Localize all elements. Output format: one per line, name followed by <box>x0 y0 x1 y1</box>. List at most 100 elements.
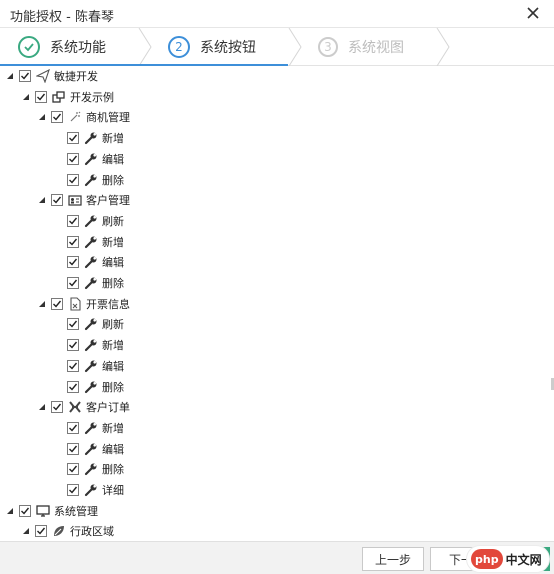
step-label: 系统功能 <box>50 40 106 56</box>
tree-node-checkbox[interactable] <box>51 111 63 124</box>
tree-node-checkbox[interactable] <box>67 339 79 352</box>
tree-node[interactable]: 客户管理 <box>37 190 130 210</box>
tree-node[interactable]: 编辑 <box>53 439 124 459</box>
tree-node[interactable]: 编辑 <box>53 252 124 272</box>
tree-node-checkbox[interactable] <box>67 235 79 248</box>
tree-node[interactable]: 客户订单 <box>37 397 130 417</box>
tree-node-checkbox[interactable] <box>67 359 79 372</box>
tree-node-checkbox[interactable] <box>35 90 47 103</box>
tree-node-checkbox[interactable] <box>67 442 79 455</box>
send-icon <box>36 69 50 83</box>
tree-node-checkbox[interactable] <box>67 380 79 393</box>
tree-node[interactable]: 新增 <box>53 418 124 438</box>
tree-node[interactable]: 新增 <box>53 128 124 148</box>
tree-node[interactable]: 新增 <box>53 232 124 252</box>
tree-node-label: 编辑 <box>102 152 124 166</box>
expand-toggle-icon[interactable] <box>37 112 47 122</box>
tree-node-checkbox[interactable] <box>51 297 63 310</box>
tree-node-label: 客户管理 <box>86 194 130 208</box>
tree-node[interactable]: 编辑 <box>53 356 124 376</box>
watermark-php: php <box>471 549 503 569</box>
step-system-views[interactable]: 3 系统视图 <box>318 28 404 66</box>
wrench-icon <box>84 131 98 145</box>
tree-node[interactable]: 删除 <box>53 170 124 190</box>
expand-toggle-icon[interactable] <box>37 402 47 412</box>
expand-toggle-icon[interactable] <box>37 299 47 309</box>
wrench-icon <box>84 462 98 476</box>
expand-toggle-icon[interactable] <box>5 506 15 516</box>
tree-node[interactable]: 新增 <box>53 335 124 355</box>
tree-node-checkbox[interactable] <box>67 421 79 434</box>
tree-node-checkbox[interactable] <box>67 318 79 331</box>
step-separator-icon <box>138 28 152 66</box>
tree-node-label: 刷新 <box>102 318 124 332</box>
tree-node-checkbox[interactable] <box>19 70 31 82</box>
tree-node-checkbox[interactable] <box>67 132 79 145</box>
tree-node-checkbox[interactable] <box>67 152 79 165</box>
tree-node[interactable]: 删除 <box>53 377 124 397</box>
tree-node-label: 敏捷开发 <box>54 70 98 83</box>
permission-tree: 敏捷开发 开发示例 商机管理 新增 编辑 删除 客户管理 刷新 新增 编辑 删除 开票信息 刷新 新增 编辑… <box>0 66 554 541</box>
wrench-icon <box>84 483 98 497</box>
tree-node-label: 删除 <box>102 277 124 290</box>
tree-node[interactable]: 开发示例 <box>21 87 114 107</box>
wrench-icon <box>84 214 98 228</box>
previous-step-button[interactable]: 上一步 <box>362 547 424 571</box>
tree-node[interactable]: 开票信息 <box>37 294 130 314</box>
step-number: 3 <box>318 37 338 57</box>
tree-node[interactable]: 删除 <box>53 459 124 479</box>
wizard-steps: 系统功能 2 系统按钮 3 系统视图 <box>0 28 554 66</box>
tree-node-checkbox[interactable] <box>19 504 31 517</box>
tree-node-label: 新增 <box>102 132 124 146</box>
wrench-icon <box>84 380 98 394</box>
tree-node-label: 开票信息 <box>86 297 130 311</box>
tree-node-checkbox[interactable] <box>51 401 63 414</box>
tree-node-checkbox[interactable] <box>67 256 79 269</box>
tree-node-checkbox[interactable] <box>51 194 63 207</box>
tree-node-label: 编辑 <box>102 442 124 456</box>
step-label: 系统视图 <box>348 40 404 56</box>
step-system-buttons[interactable]: 2 系统按钮 <box>168 28 256 66</box>
wrench-icon <box>84 338 98 352</box>
tree-node-checkbox[interactable] <box>67 173 79 186</box>
leaf-icon <box>52 524 66 538</box>
tree-node-label: 编辑 <box>102 359 124 373</box>
tree-node-checkbox[interactable] <box>35 525 47 538</box>
expand-toggle-icon[interactable] <box>21 526 31 536</box>
tree-node[interactable]: 删除 <box>53 273 124 293</box>
tree-node[interactable]: 详细 <box>53 480 124 500</box>
tree-node[interactable]: 行政区域 <box>21 521 114 541</box>
wrench-icon <box>84 317 98 331</box>
expand-toggle-icon[interactable] <box>37 195 47 205</box>
tree-node[interactable]: 编辑 <box>53 149 124 169</box>
tree-node-label: 新增 <box>102 339 124 353</box>
step-system-functions[interactable]: 系统功能 <box>18 28 106 66</box>
tree-node-checkbox[interactable] <box>67 463 79 476</box>
wrench-icon <box>84 442 98 456</box>
wrench-icon <box>84 152 98 166</box>
tree-node[interactable]: 刷新 <box>53 211 124 231</box>
order-icon <box>68 400 82 414</box>
expand-toggle-icon[interactable] <box>21 92 31 102</box>
tree-node-checkbox[interactable] <box>67 214 79 227</box>
tree-node[interactable]: 刷新 <box>53 314 124 334</box>
tree-node[interactable]: 敏捷开发 <box>5 66 98 86</box>
tree-node-checkbox[interactable] <box>67 277 79 289</box>
tree-node[interactable]: 商机管理 <box>37 107 130 127</box>
close-icon[interactable] <box>524 4 542 22</box>
sparkle-icon <box>68 110 82 124</box>
wrench-icon <box>84 173 98 187</box>
tree-node-checkbox[interactable] <box>67 484 79 496</box>
wrench-icon <box>84 421 98 435</box>
expand-toggle-icon[interactable] <box>5 71 15 81</box>
tree-node-label: 删除 <box>102 380 124 394</box>
tree-node[interactable]: 系统管理 <box>5 501 98 521</box>
